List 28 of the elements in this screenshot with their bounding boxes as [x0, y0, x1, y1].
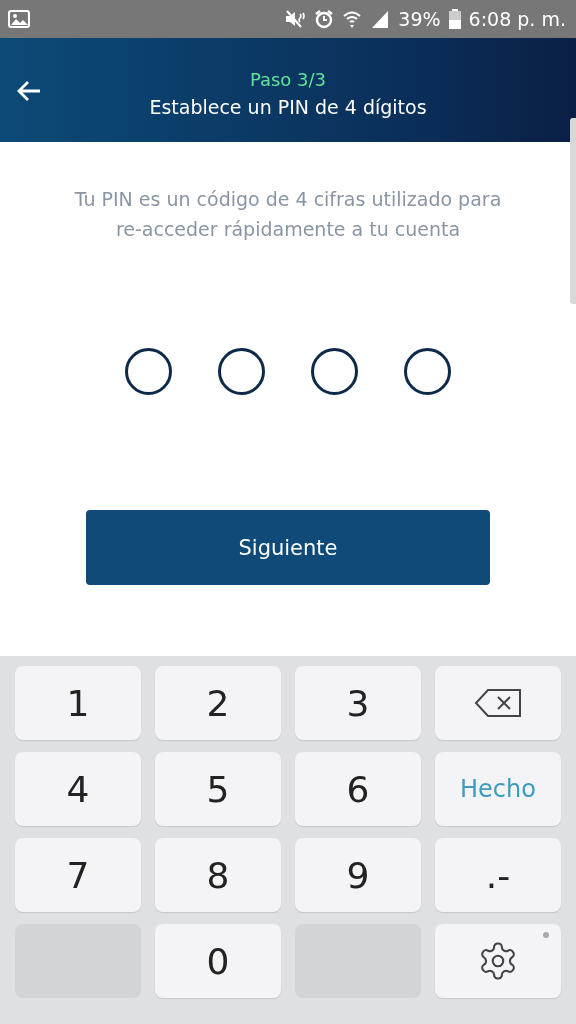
battery-percent: 39% [398, 8, 441, 30]
key[interactable]: 7 [15, 838, 141, 912]
next-button[interactable]: Siguiente [86, 510, 490, 585]
battery-icon [448, 9, 461, 29]
step-indicator: Paso 3/3 [249, 68, 327, 90]
key[interactable]: 9 [295, 838, 421, 912]
key[interactable]: 1 [15, 666, 141, 740]
key[interactable]: 6 [295, 752, 421, 826]
key[interactable]: .- [435, 838, 561, 912]
backspace-icon [474, 688, 522, 718]
key[interactable]: 2 [155, 666, 281, 740]
image-icon [8, 9, 30, 29]
alarm-icon [314, 9, 335, 29]
clock: 6:08 p. m. [468, 8, 566, 30]
wifi-icon [342, 9, 363, 29]
description: Tu PIN es un código de 4 cifras utilizado para re-acceder rápidamente a tu cuenta [73, 187, 503, 242]
screen-title: Establece un PIN de 4 dígitos [149, 95, 427, 118]
key[interactable]: 5 [155, 752, 281, 826]
back-arrow-icon [16, 80, 42, 102]
indicator-dot [543, 932, 549, 938]
signal-icon [370, 9, 391, 29]
key[interactable]: 3 [295, 666, 421, 740]
backspace-key[interactable] [435, 666, 561, 740]
key[interactable]: 0 [155, 924, 281, 998]
key[interactable]: 4 [15, 752, 141, 826]
mute-icon [284, 9, 307, 29]
key[interactable]: 8 [155, 838, 281, 912]
settings-key[interactable] [435, 924, 561, 998]
